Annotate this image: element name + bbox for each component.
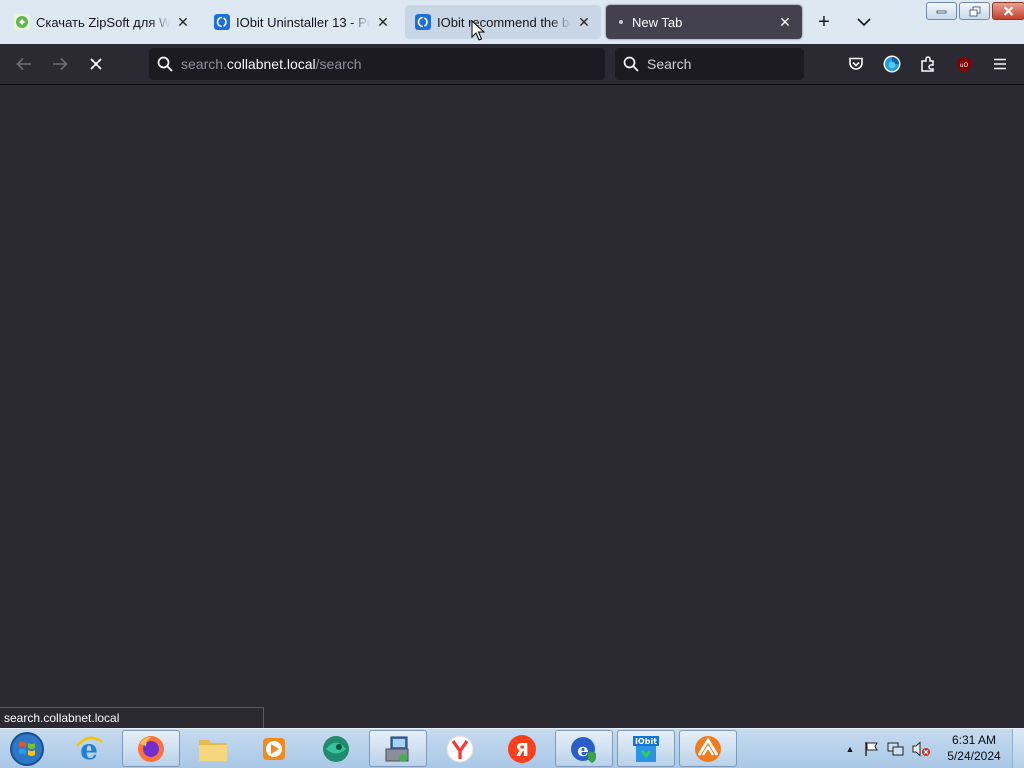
- mouse-cursor-icon: [471, 20, 485, 41]
- notification-area: ▲: [843, 729, 931, 768]
- close-tab-icon[interactable]: ✕: [374, 13, 392, 31]
- svg-text:e: e: [577, 740, 588, 761]
- new-tab-button[interactable]: +: [812, 10, 836, 34]
- internet-explorer-icon: e: [76, 734, 103, 764]
- taskbar-media-player[interactable]: [245, 730, 303, 767]
- ublock-icon: uO: [957, 56, 971, 72]
- extensions-button[interactable]: [916, 52, 940, 76]
- account-button[interactable]: [880, 52, 904, 76]
- installer-icon: [385, 736, 409, 762]
- teal-app-icon: [323, 735, 349, 762]
- folder-icon: [199, 739, 227, 761]
- iobit-icon: [214, 14, 230, 30]
- tab-title: IObit Uninstaller 13 - Powerful: [236, 14, 370, 30]
- app-menu-button[interactable]: [988, 52, 1012, 76]
- system-clock[interactable]: 6:31 AM 5/24/2024: [940, 732, 1008, 764]
- pocket-icon: [849, 57, 863, 70]
- chevron-down-icon: [857, 18, 871, 26]
- tab-iobit-recommend[interactable]: IObit recommend the best ✕: [405, 5, 601, 39]
- forward-button[interactable]: [48, 52, 72, 76]
- minimize-button[interactable]: [926, 2, 957, 20]
- close-tab-icon[interactable]: ✕: [174, 13, 192, 31]
- iobit-icon: [415, 14, 431, 30]
- tab-zipsoft[interactable]: Скачать ZipSoft для Windows ✕: [4, 5, 200, 39]
- url-path: /search: [315, 56, 362, 72]
- media-player-icon: [263, 737, 285, 760]
- taskbar-iobit[interactable]: IObit: [617, 730, 675, 767]
- ie-shield-icon: e: [571, 736, 596, 763]
- stop-loading-button[interactable]: [84, 52, 108, 76]
- navigation-toolbar: search. collabnet.local/search Search uO: [0, 44, 1024, 85]
- taskbar-app-orange[interactable]: [679, 730, 737, 767]
- taskbar-ie-edition[interactable]: e: [555, 730, 613, 767]
- show-hidden-icons-button[interactable]: ▲: [843, 744, 857, 754]
- search-icon: [157, 56, 173, 72]
- url-host: collabnet.local: [226, 56, 316, 72]
- taskbar-internet-explorer[interactable]: e: [60, 730, 118, 767]
- taskbar-installer[interactable]: [369, 730, 427, 767]
- taskbar-yandex-browser[interactable]: [431, 730, 489, 767]
- volume-muted-icon[interactable]: [911, 741, 931, 757]
- close-tab-icon[interactable]: ✕: [776, 13, 794, 31]
- hamburger-menu-icon: [994, 58, 1006, 70]
- yandex-icon: Я: [508, 734, 536, 763]
- windows-orb-icon: [10, 732, 44, 766]
- start-button[interactable]: [4, 730, 50, 768]
- taskbar-firefox[interactable]: [122, 730, 180, 767]
- svg-text:Я: Я: [515, 740, 529, 761]
- tab-title: IObit recommend the best: [437, 14, 571, 30]
- arrow-right-icon: [53, 57, 68, 71]
- tab-iobit-uninstaller[interactable]: IObit Uninstaller 13 - Powerful ✕: [204, 5, 400, 39]
- clock-date: 5/24/2024: [947, 749, 1001, 763]
- restore-icon: [969, 6, 980, 16]
- search-bar[interactable]: Search: [615, 48, 804, 80]
- stop-x-icon: [90, 58, 102, 70]
- ublock-button[interactable]: uO: [952, 52, 976, 76]
- close-window-button[interactable]: [992, 2, 1024, 20]
- taskbar-file-explorer[interactable]: [184, 730, 242, 767]
- window-controls: [924, 2, 1024, 20]
- svg-text:IObit: IObit: [635, 737, 657, 746]
- loading-dot-icon: [616, 14, 626, 30]
- status-panel: search.collabnet.local: [0, 707, 264, 729]
- arrow-left-icon: [16, 57, 31, 71]
- taskbar-yandex[interactable]: Я: [493, 730, 551, 767]
- url-prefix: search.: [181, 56, 227, 72]
- tab-title: New Tab: [632, 14, 683, 30]
- address-bar[interactable]: search. collabnet.local/search: [149, 48, 605, 80]
- clock-time: 6:31 AM: [951, 733, 997, 747]
- search-icon: [623, 56, 639, 72]
- puzzle-icon: [921, 56, 934, 72]
- yandex-browser-icon: [446, 735, 474, 762]
- search-placeholder: Search: [647, 56, 692, 72]
- orange-app-icon: [695, 735, 721, 762]
- svg-text:uO: uO: [960, 62, 969, 69]
- close-tab-icon[interactable]: ✕: [575, 13, 593, 31]
- tab-new-tab[interactable]: New Tab ✕: [606, 5, 802, 39]
- firefox-icon: [138, 735, 164, 762]
- taskbar: e Я e IObit ▲ 6:31 AM 5/24/2024: [0, 728, 1024, 768]
- list-all-tabs-button[interactable]: [852, 10, 876, 34]
- iobit-uninstaller-icon: IObit: [633, 735, 659, 762]
- back-button[interactable]: [12, 52, 36, 76]
- show-desktop-button[interactable]: [1012, 729, 1024, 768]
- tab-title: Скачать ZipSoft для Windows: [36, 14, 170, 30]
- taskbar-app-teal[interactable]: [307, 730, 365, 767]
- restore-button[interactable]: [959, 2, 990, 20]
- action-center-flag-icon[interactable]: [863, 741, 881, 757]
- page-content: [0, 86, 1024, 728]
- tab-strip: Скачать ZipSoft для Windows ✕ IObit Unin…: [0, 0, 1024, 44]
- account-avatar-icon: [883, 55, 901, 73]
- close-icon: [1003, 6, 1014, 16]
- minimize-icon: [936, 10, 947, 14]
- pocket-button[interactable]: [844, 52, 868, 76]
- network-icon[interactable]: [887, 741, 905, 757]
- zipsoft-icon: [14, 14, 30, 30]
